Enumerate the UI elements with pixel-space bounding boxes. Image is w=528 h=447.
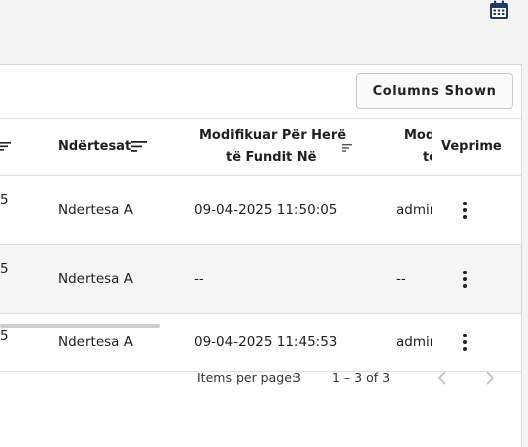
header-modified-by-line2[interactable]: të [423, 150, 432, 165]
first-col-cell: 5 [0, 192, 9, 208]
header-actions: Veprime [441, 139, 502, 154]
chevron-right-icon[interactable] [478, 366, 502, 390]
header-modified-at-line1[interactable]: Modifikuar Për Herë [199, 128, 346, 143]
first-col-cell: 5 [0, 261, 9, 277]
horizontal-scrollbar[interactable] [0, 324, 160, 328]
ndertesa-cell: Ndertesa A [58, 271, 133, 287]
sort-icon[interactable] [131, 140, 147, 153]
more-vertical-icon[interactable] [455, 269, 475, 289]
columns-shown-button[interactable]: Columns Shown [356, 73, 513, 109]
modified-at-cell: -- [194, 271, 204, 287]
ndertesa-cell: Ndertesa A [58, 202, 133, 218]
header-modified-at-line2[interactable]: të Fundit Në [226, 150, 317, 165]
items-per-page-label: Items per page: [197, 370, 297, 385]
table-toolbar: Columns Shown [0, 65, 521, 119]
table-card: Columns Shown Ndërtesat Modifikuar Për H… [0, 64, 522, 447]
modified-by-cell: admin [396, 202, 432, 218]
calendar-icon[interactable] [489, 0, 509, 20]
sort-icon[interactable] [0, 140, 12, 152]
table-header-row: Ndërtesat Modifikuar Për Herë të Fundit … [0, 119, 521, 176]
modified-at-cell: 09-04-2025 11:50:05 [194, 202, 338, 218]
page-range-label: 1 – 3 of 3 [332, 370, 391, 385]
chevron-left-icon[interactable] [430, 366, 454, 390]
table-row: 5 Ndertesa A 09-04-2025 11:50:05 admin [0, 176, 521, 245]
paginator: Items per page: 3 1 – 3 of 3 [0, 329, 521, 447]
more-vertical-icon[interactable] [455, 200, 475, 220]
table-row: 5 Ndertesa A -- -- [0, 245, 521, 314]
items-per-page-select[interactable]: 3 [293, 370, 301, 385]
modified-by-cell: -- [396, 271, 406, 287]
header-ndertesat[interactable]: Ndërtesat [58, 139, 131, 154]
sort-icon[interactable] [342, 144, 352, 152]
header-modified-by-line1[interactable]: Mod [404, 128, 432, 143]
